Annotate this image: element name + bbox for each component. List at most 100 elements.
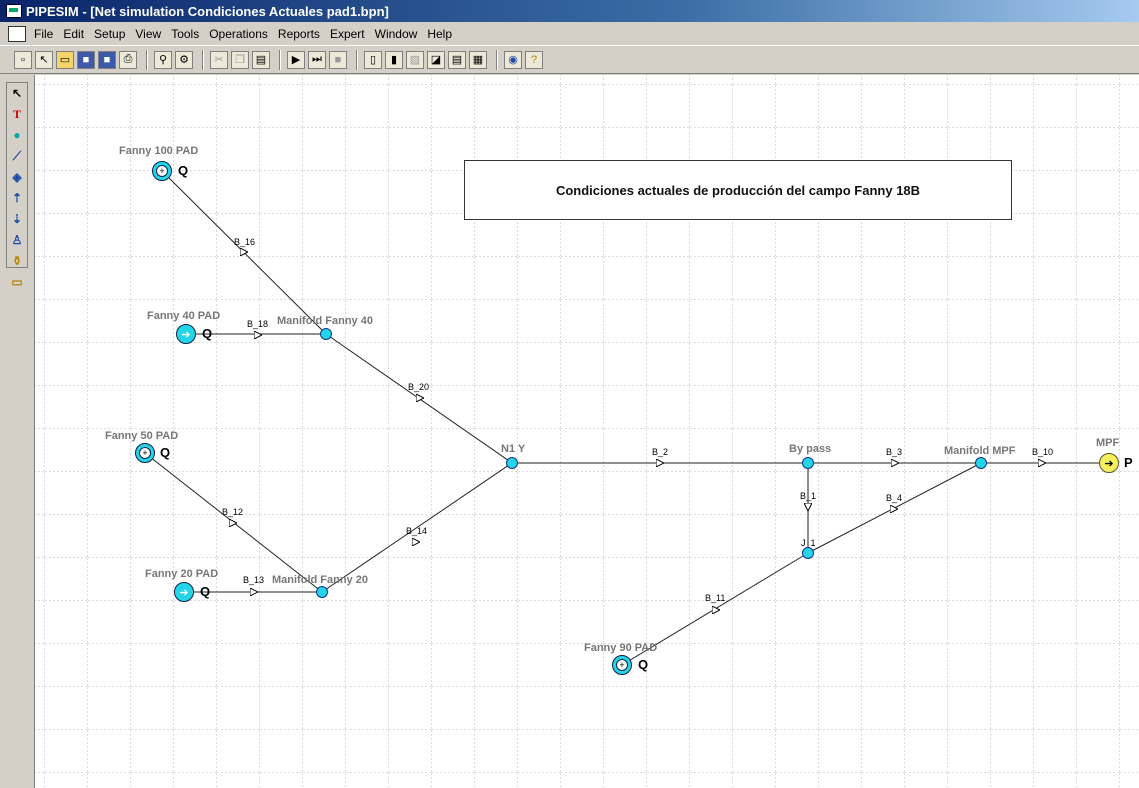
- junction-manifold-mpf[interactable]: [975, 457, 987, 469]
- source-fanny-50[interactable]: +: [135, 443, 155, 463]
- run-step-icon[interactable]: ⏭: [308, 50, 326, 69]
- view-2-icon[interactable]: ▮: [385, 50, 403, 69]
- branch-label-b16: B_16: [234, 237, 256, 247]
- print-icon[interactable]: ⎙: [119, 50, 137, 69]
- menu-expert[interactable]: Expert: [325, 27, 370, 41]
- branch-label-b2: B_2: [652, 447, 669, 457]
- branch-label-b20: B_20: [408, 382, 430, 392]
- branch-marker-b1-icon[interactable]: [804, 503, 812, 511]
- sink-mpf[interactable]: ➔: [1099, 453, 1119, 473]
- toolbar: ▫ ↖ ▭ ■ ■ ⎙ ⚲ ⚙ ✂ ❐ ▤ ▶ ⏭ ■ ▯ ▮ ▧ ◪ ▤ ▦ …: [0, 45, 1139, 74]
- menu-file[interactable]: File: [29, 27, 58, 41]
- branch-marker-b18-icon[interactable]: [254, 331, 262, 339]
- toolbar-separator: [202, 49, 204, 70]
- branch-marker-b10-icon[interactable]: [1038, 459, 1046, 467]
- branch-label-b1: B_1: [800, 491, 817, 501]
- menu-operations[interactable]: Operations: [204, 27, 273, 41]
- source-fanny-90[interactable]: +: [612, 655, 632, 675]
- junction-j1[interactable]: [802, 547, 814, 559]
- menu-bar: File Edit Setup View Tools Operations Re…: [0, 22, 1139, 45]
- view-5-icon[interactable]: ▤: [448, 50, 466, 69]
- save-as-icon[interactable]: ■: [98, 50, 116, 69]
- open-icon[interactable]: ▭: [56, 50, 74, 69]
- label-fanny-40-pad: Fanny 40 PAD: [147, 310, 221, 322]
- copy-icon[interactable]: ❐: [231, 50, 249, 69]
- toolbar-separator: [496, 49, 498, 70]
- menu-setup[interactable]: Setup: [89, 27, 130, 41]
- cut-icon[interactable]: ✂: [210, 50, 228, 69]
- view-1-icon[interactable]: ▯: [364, 50, 382, 69]
- properties-icon[interactable]: ⚙: [175, 50, 193, 69]
- tool-palette: ↖ T ● ⟋ ◈ ⇡ ⇣ ♙ ⚱ ▭: [6, 82, 28, 289]
- help-icon[interactable]: ?: [525, 50, 543, 69]
- new-icon[interactable]: ▫: [14, 50, 32, 69]
- label-n1-y: N1 Y: [501, 443, 526, 455]
- note-textbox[interactable]: Condiciones actuales de producción del c…: [464, 160, 1012, 220]
- document-icon: [8, 25, 26, 42]
- label-fanny-100-pad: Fanny 100 PAD: [119, 145, 199, 157]
- branch-marker-b2-icon[interactable]: [656, 459, 664, 467]
- source-tool-icon[interactable]: ◈: [8, 168, 26, 186]
- menu-view[interactable]: View: [130, 27, 166, 41]
- q-label-fanny-20: Q: [200, 584, 211, 599]
- find-icon[interactable]: ⚲: [154, 50, 172, 69]
- toolbar-separator: [146, 49, 148, 70]
- title-bar: PIPESIM - [Net simulation Condiciones Ac…: [0, 0, 1139, 22]
- menu-reports[interactable]: Reports: [273, 27, 325, 41]
- branch-label-b18: B_18: [247, 319, 269, 329]
- compressor-tool-icon[interactable]: ♙: [8, 231, 26, 249]
- branch-label-b3: B_3: [886, 447, 903, 457]
- view-4-icon[interactable]: ◪: [427, 50, 445, 69]
- menu-tools[interactable]: Tools: [166, 27, 204, 41]
- table-icon[interactable]: ▦: [469, 50, 487, 69]
- branch-tool-icon[interactable]: ⟋: [8, 147, 26, 165]
- label-fanny-90-pad: Fanny 90 PAD: [584, 642, 658, 654]
- view-3-icon[interactable]: ▧: [406, 50, 424, 69]
- branch-marker-b13-icon[interactable]: [250, 588, 258, 596]
- valve-tool-icon[interactable]: ⚱: [8, 252, 26, 270]
- branch-marker-b14-icon[interactable]: [412, 538, 420, 546]
- label-manifold-fanny-20: Manifold Fanny 20: [272, 574, 368, 586]
- p-label-mpf: P: [1124, 455, 1133, 470]
- q-label-fanny-90: Q: [638, 657, 649, 672]
- label-fanny-20-pad: Fanny 20 PAD: [145, 568, 219, 580]
- junction-manifold-fanny-40[interactable]: [320, 328, 332, 340]
- branch-marker-b4-icon[interactable]: [890, 505, 898, 513]
- folder-tool-icon[interactable]: ▭: [8, 273, 26, 291]
- branch-label-b13: B_13: [243, 575, 265, 585]
- arrow-right-icon: ➔: [179, 586, 189, 599]
- source-fanny-20[interactable]: ➔: [174, 582, 194, 602]
- source-fanny-100[interactable]: +: [152, 161, 172, 181]
- junction-manifold-fanny-20[interactable]: [316, 586, 328, 598]
- branch-label-b14: B_14: [406, 526, 428, 536]
- toolbar-separator: [356, 49, 358, 70]
- network-canvas[interactable]: Condiciones actuales de producción del c…: [34, 75, 1139, 788]
- branch-marker-b20-icon[interactable]: [416, 394, 424, 402]
- branch-marker-b12-icon[interactable]: [229, 519, 237, 527]
- junction-n1-y[interactable]: [506, 457, 518, 469]
- menu-edit[interactable]: Edit: [58, 27, 89, 41]
- run-icon[interactable]: ▶: [287, 50, 305, 69]
- save-icon[interactable]: ■: [77, 50, 95, 69]
- junction-by-pass[interactable]: [802, 457, 814, 469]
- select-icon[interactable]: ↖: [35, 50, 53, 69]
- globe-icon[interactable]: ◉: [504, 50, 522, 69]
- branch-marker-b3-icon[interactable]: [891, 459, 899, 467]
- branch-marker-b16-icon[interactable]: [240, 248, 248, 256]
- well-tool-icon[interactable]: ⇡: [8, 189, 26, 207]
- injection-tool-icon[interactable]: ⇣: [8, 210, 26, 228]
- source-fanny-40[interactable]: ➔: [176, 324, 196, 344]
- junction-tool-icon[interactable]: ●: [8, 126, 26, 144]
- branch-marker-b11-icon[interactable]: [712, 606, 720, 614]
- paste-icon[interactable]: ▤: [252, 50, 270, 69]
- menu-help[interactable]: Help: [422, 27, 457, 41]
- arrow-right-icon: ➔: [1104, 457, 1114, 470]
- stop-icon[interactable]: ■: [329, 50, 347, 69]
- well-plus-icon: +: [156, 165, 168, 177]
- text-tool-icon[interactable]: T: [8, 105, 26, 123]
- menu-window[interactable]: Window: [370, 27, 423, 41]
- pipesim-app-icon: [6, 4, 22, 18]
- pointer-tool-icon[interactable]: ↖: [8, 84, 26, 102]
- branch-label-b11: B_11: [705, 593, 726, 603]
- well-plus-icon: +: [139, 447, 151, 459]
